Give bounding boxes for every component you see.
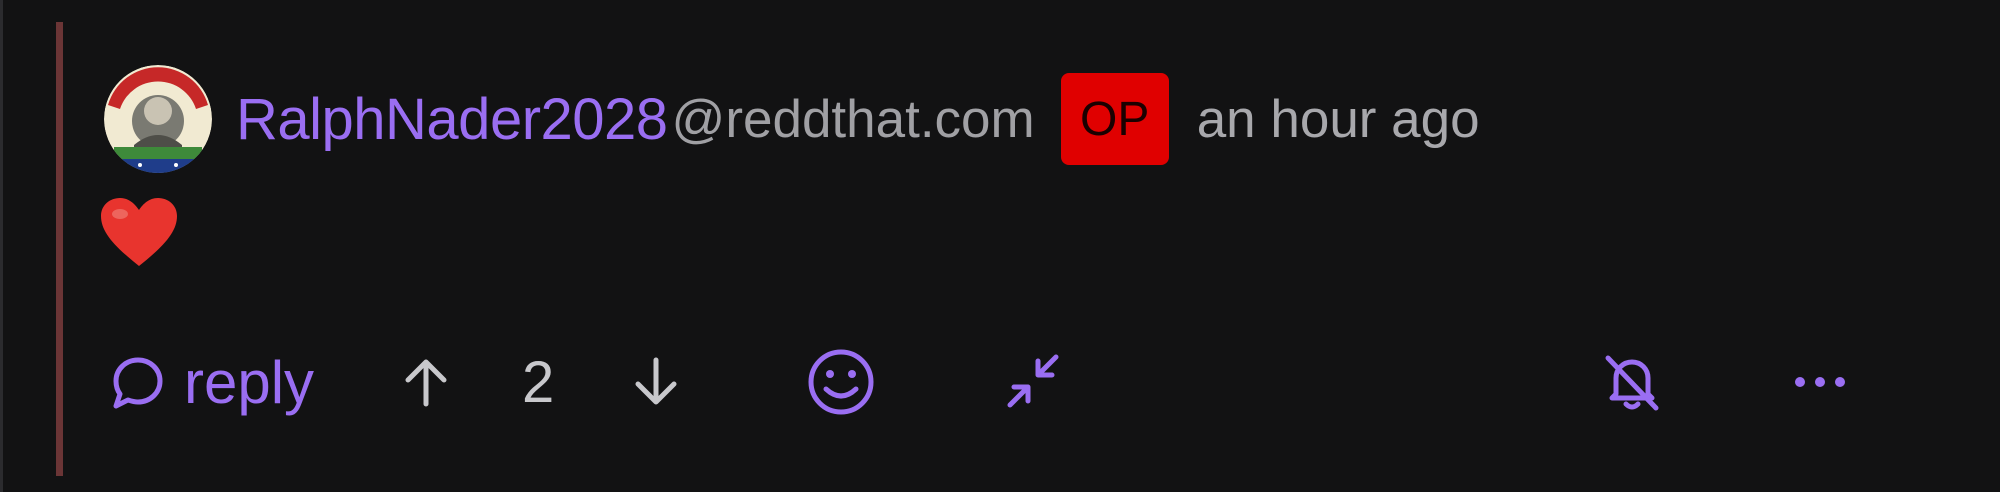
comment-actions: reply 2 — [110, 340, 1900, 424]
arrow-up-icon — [405, 359, 447, 407]
downvote-button[interactable] — [630, 340, 682, 424]
collapse-button[interactable] — [1002, 340, 1064, 424]
comment-body — [98, 196, 180, 270]
more-options-button[interactable] — [1792, 340, 1848, 424]
author-username[interactable]: RalphNader2028 — [236, 86, 668, 153]
bell-off-icon — [1605, 355, 1659, 411]
speech-bubble-icon — [113, 357, 163, 409]
collapse-arrows-icon — [1007, 354, 1059, 408]
reply-button[interactable]: reply — [110, 340, 314, 424]
campaign-button-avatar-icon — [104, 65, 212, 173]
comment-thread-line[interactable] — [56, 22, 63, 476]
avatar[interactable] — [104, 65, 212, 173]
vote-score: 2 — [522, 349, 555, 415]
notifications-toggle-button[interactable] — [1600, 340, 1664, 424]
red-heart-emoji-icon — [101, 198, 177, 266]
ellipsis-icon — [1795, 377, 1845, 387]
reply-label: reply — [184, 348, 315, 416]
comment-header: RalphNader2028 @reddthat.com OP an hour … — [104, 65, 1480, 173]
comment-timestamp[interactable]: an hour ago — [1197, 89, 1480, 150]
arrow-down-icon — [635, 357, 677, 405]
smiley-icon — [808, 349, 874, 415]
op-badge: OP — [1060, 73, 1169, 165]
author-instance[interactable]: @reddthat.com — [672, 89, 1035, 150]
upvote-button[interactable] — [400, 340, 452, 424]
emoji-reaction-button[interactable] — [806, 340, 876, 424]
window-edge — [0, 0, 3, 492]
